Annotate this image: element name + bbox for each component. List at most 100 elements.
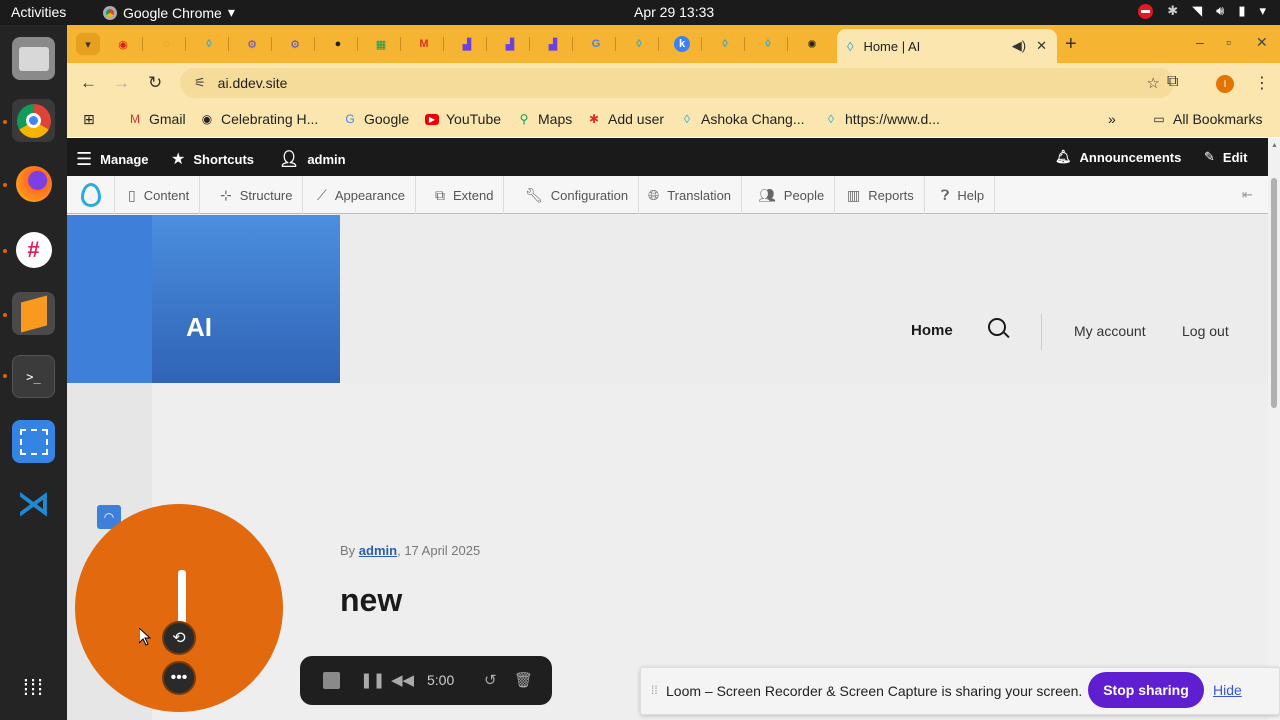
apps-grid-icon[interactable]: ⊞: [83, 111, 95, 128]
back-icon[interactable]: ←: [80, 73, 97, 93]
restart-icon[interactable]: ↺: [484, 671, 497, 689]
minimize-icon[interactable]: –: [1196, 34, 1204, 50]
tab-favicon-drupal[interactable]: ◊: [631, 36, 647, 52]
stop-recording-button[interactable]: [323, 672, 340, 689]
address-bar[interactable]: ⚟ ai.ddev.site ☆: [180, 68, 1174, 98]
close-window-icon[interactable]: ✕: [1256, 34, 1268, 51]
manage-button[interactable]: ☰ Manage: [76, 149, 149, 170]
activities-button[interactable]: Activities: [11, 4, 66, 20]
system-tray[interactable]: ✱ ◥ 🔊︎ ▮ ▾: [1138, 3, 1266, 19]
app-menu[interactable]: Google Chrome ▾: [103, 4, 235, 21]
tray-extend[interactable]: ⧉ Extend: [425, 176, 505, 214]
log-out-link[interactable]: Log out: [1182, 323, 1229, 339]
all-bookmarks-button[interactable]: ▭ All Bookmarks: [1152, 111, 1262, 127]
shortcuts-button[interactable]: ★ Shortcuts: [171, 149, 254, 169]
edit-button[interactable]: ✎ Edit: [1204, 149, 1247, 165]
bookmark-ashoka[interactable]: ◊ Ashoka Chang...: [680, 111, 804, 127]
volume-icon[interactable]: 🔊︎: [1216, 3, 1224, 19]
tray-translation[interactable]: 🌐︎ Translation: [638, 176, 743, 214]
tray-people[interactable]: 👥︎ People: [748, 176, 836, 214]
drupal-logo[interactable]: [67, 176, 115, 214]
chevron-down-icon[interactable]: ▾: [1259, 3, 1266, 19]
bookmark-add-user[interactable]: ✱ Add user: [587, 111, 664, 127]
tab-favicon-github[interactable]: ●: [330, 36, 346, 52]
tab-search-button[interactable]: ▾: [76, 33, 100, 55]
screenshot-app-icon[interactable]: [12, 420, 55, 463]
tab-favicon-openai[interactable]: ✺: [804, 36, 820, 52]
battery-icon[interactable]: ▮: [1238, 3, 1245, 19]
loom-more-button[interactable]: •••: [162, 661, 196, 695]
site-name[interactable]: AI: [186, 312, 212, 343]
bookmarks-overflow-button[interactable]: »: [1108, 111, 1116, 127]
pause-icon[interactable]: ❚❚: [360, 671, 385, 689]
tray-content[interactable]: ▯ Content: [118, 176, 201, 214]
tab-favicon-drupal[interactable]: ◊: [201, 36, 217, 52]
tab-active[interactable]: ◊ Home | AI ◀) ✕: [837, 29, 1057, 63]
loom-flip-button[interactable]: ⟲: [162, 621, 196, 655]
bookmark-youtube[interactable]: ▶ YouTube: [425, 111, 501, 127]
sublime-text-app-icon[interactable]: [12, 292, 55, 335]
bookmark-google[interactable]: G Google: [343, 111, 409, 127]
loom-camera-bubble[interactable]: ⟲ •••: [75, 504, 283, 712]
tab-favicon-gear[interactable]: ⚙: [244, 36, 260, 52]
files-app-icon[interactable]: [12, 37, 55, 80]
drag-handle-icon[interactable]: ⁞⁞: [651, 683, 658, 697]
rewind-icon[interactable]: ◀◀: [391, 671, 414, 689]
tab-favicon-k[interactable]: k: [674, 36, 690, 52]
terminal-app-icon[interactable]: >_: [12, 355, 55, 398]
forward-icon[interactable]: →: [113, 73, 130, 93]
tab-favicon-stairs[interactable]: ▟: [502, 36, 518, 52]
my-account-link[interactable]: My account: [1074, 323, 1146, 339]
collapse-tray-icon[interactable]: ⇤: [1242, 187, 1253, 203]
tab-favicon-record[interactable]: ◉: [115, 36, 131, 52]
vscode-app-icon[interactable]: ⋊: [12, 482, 55, 525]
tab-favicon-stairs[interactable]: ▟: [545, 36, 561, 52]
slack-tray-icon[interactable]: ✱: [1167, 3, 1178, 19]
close-tab-icon[interactable]: ✕: [1036, 38, 1047, 54]
stop-sharing-button[interactable]: Stop sharing: [1088, 672, 1204, 708]
tab-favicon-stairs[interactable]: ▟: [459, 36, 475, 52]
more-menu-icon[interactable]: ⋮: [1254, 73, 1270, 93]
wifi-icon[interactable]: ◥: [1192, 3, 1202, 19]
bookmark-https[interactable]: ◊ https://www.d...: [824, 111, 940, 127]
bookmark-gmail[interactable]: M Gmail: [128, 111, 186, 127]
do-not-disturb-icon[interactable]: [1138, 3, 1154, 19]
bookmark-star-icon[interactable]: ☆: [1147, 74, 1160, 92]
tray-help[interactable]: ❓︎ Help: [931, 176, 996, 214]
user-button[interactable]: 👤︎ admin: [279, 149, 346, 169]
tab-favicon-google[interactable]: G: [588, 36, 604, 52]
tab-favicon-smiley[interactable]: ☺: [158, 36, 174, 52]
tab-favicon-drupal[interactable]: ◊: [717, 36, 733, 52]
extensions-icon[interactable]: ⧉: [1167, 73, 1178, 91]
site-branding[interactable]: AI: [152, 215, 340, 383]
slack-app-icon[interactable]: #: [12, 228, 55, 271]
maximize-icon[interactable]: ▫: [1226, 34, 1231, 50]
show-apps-button[interactable]: ⁞⁞⁞: [12, 666, 55, 709]
bookmark-celebrating[interactable]: ◉ Celebrating H...: [200, 111, 319, 127]
hide-banner-link[interactable]: Hide: [1213, 682, 1242, 698]
chrome-app-icon[interactable]: [12, 99, 55, 142]
tab-favicon-gmail[interactable]: M: [416, 36, 432, 52]
tab-favicon-gear[interactable]: ⚙: [287, 36, 303, 52]
reload-icon[interactable]: ↻: [148, 73, 162, 93]
page-scrollbar[interactable]: ▲ ▼: [1268, 138, 1280, 720]
speaker-icon[interactable]: ◀): [1012, 38, 1026, 54]
scroll-up-icon[interactable]: ▲: [1271, 142, 1278, 149]
announcements-button[interactable]: 🔔︎ Announcements: [1055, 149, 1181, 165]
clock[interactable]: Apr 29 13:33: [634, 4, 714, 20]
tab-favicon-drupal[interactable]: ◊: [760, 36, 776, 52]
site-info-icon[interactable]: ⚟: [194, 75, 206, 91]
scrollbar-thumb[interactable]: [1271, 178, 1277, 408]
tray-structure[interactable]: ⊹ Structure: [210, 176, 304, 214]
delete-icon[interactable]: 🗑︎: [514, 671, 533, 689]
new-tab-button[interactable]: +: [1065, 33, 1077, 56]
tab-favicon-sheets[interactable]: ▦: [373, 36, 389, 52]
nav-home-link[interactable]: Home: [911, 322, 953, 339]
profile-avatar[interactable]: I: [1216, 75, 1234, 93]
firefox-app-icon[interactable]: [12, 162, 55, 205]
bookmark-maps[interactable]: ⚲ Maps: [517, 111, 573, 127]
search-button[interactable]: [987, 317, 1011, 341]
tray-appearance[interactable]: ⟋ Appearance: [307, 176, 416, 214]
tray-reports[interactable]: ▥ Reports: [837, 176, 925, 214]
tray-configuration[interactable]: 🔧︎ Configuration: [515, 176, 640, 214]
